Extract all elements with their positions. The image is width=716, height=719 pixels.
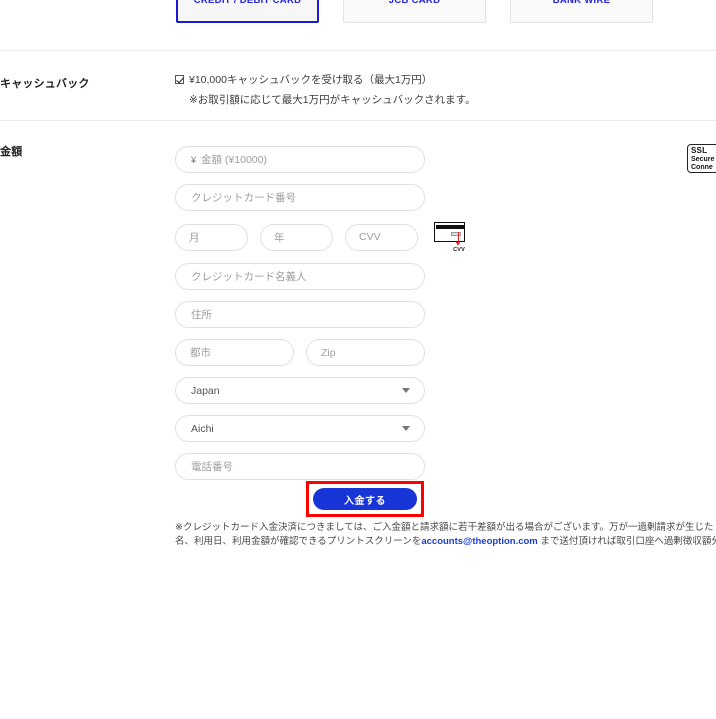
footer-disclaimer: ※クレジットカード入金決済につきましては、ご入金額と請求額に若干差額が出る場合が… [175, 521, 716, 549]
section-divider-middle [0, 120, 716, 121]
ssl-badge-line-1: SSL [691, 146, 708, 155]
state-select[interactable]: Aichi [175, 415, 425, 442]
ssl-badge-line-3: Conne [691, 164, 713, 171]
cashback-note: ※お取引額に応じて最大1万円がキャッシュバックされます。 [189, 94, 476, 106]
footer-line-2-after: まで送付頂ければ取引口座へ過剰徴収額分 [537, 536, 716, 547]
amount-row-label: 金額 [0, 146, 23, 158]
card-expiry-cvv-row: 月 年 CVV CVV [175, 222, 465, 253]
tab-bank-wire-label: BANK WIRE [552, 0, 611, 6]
city-placeholder: 都市 [190, 347, 211, 359]
section-divider-top [0, 50, 716, 51]
payment-method-tabs: CREDIT / DEBIT CARD JCB CARD BANK WIRE [176, 0, 716, 23]
card-number-input[interactable]: クレジットカード番号 [175, 184, 425, 211]
tab-credit-debit-card-label: CREDIT / DEBIT CARD [193, 0, 302, 6]
address-placeholder: 住所 [191, 309, 212, 321]
cvv-input[interactable]: CVV [345, 223, 418, 251]
tab-jcb-card[interactable]: JCB CARD [343, 0, 486, 23]
tab-credit-debit-card[interactable]: CREDIT / DEBIT CARD [176, 0, 319, 23]
chevron-down-icon [402, 388, 410, 393]
zip-input[interactable]: Zip [306, 339, 425, 366]
expiry-month-placeholder: 月 [189, 231, 200, 244]
phone-placeholder: 電話番号 [191, 461, 233, 473]
card-holder-input[interactable]: クレジットカード名義人 [175, 263, 425, 290]
country-select-value: Japan [191, 384, 220, 397]
amount-input[interactable]: ¥ 金額 (¥10000) [175, 146, 425, 173]
tab-bank-wire[interactable]: BANK WIRE [510, 0, 653, 23]
cashback-checkbox-label: ¥10,000キャッシュバックを受け取る（最大1万円） [189, 74, 433, 86]
footer-line-2-before: 名、利用日、利用金額が確認できるプリントスクリーンを [175, 536, 422, 547]
card-number-placeholder: クレジットカード番号 [191, 192, 296, 204]
state-select-value: Aichi [191, 422, 214, 435]
cvv-placeholder: CVV [359, 231, 381, 243]
expiry-year-input[interactable]: 年 [260, 223, 333, 251]
deposit-submit-button[interactable]: 入金する [313, 488, 417, 510]
country-select[interactable]: Japan [175, 377, 425, 404]
cvv-hint-card-icon: CVV [434, 222, 465, 253]
city-input[interactable]: 都市 [175, 339, 294, 366]
cashback-block: ¥10,000キャッシュバックを受け取る（最大1万円） ※お取引額に応じて最大1… [175, 73, 476, 107]
ssl-secure-connection-badge: SSL Secure Conne [687, 144, 716, 173]
chevron-down-icon [402, 426, 410, 431]
phone-input[interactable]: 電話番号 [175, 453, 425, 480]
cvv-hint-label: CVV [453, 247, 465, 253]
expiry-year-placeholder: 年 [274, 231, 285, 244]
tab-jcb-card-label: JCB CARD [388, 0, 441, 6]
cashback-checkbox-row[interactable]: ¥10,000キャッシュバックを受け取る（最大1万円） [175, 73, 476, 87]
footer-line-1: ※クレジットカード入金決済につきましては、ご入金額と請求額に若干差額が出る場合が… [175, 522, 714, 533]
amount-input-placeholder: 金額 (¥10000) [201, 154, 267, 166]
footer-line-2: 名、利用日、利用金額が確認できるプリントスクリーンをaccounts@theop… [175, 535, 716, 549]
cashback-checkbox[interactable] [175, 75, 184, 84]
yen-icon: ¥ [191, 154, 197, 165]
city-zip-row: 都市 Zip [175, 339, 465, 366]
address-input[interactable]: 住所 [175, 301, 425, 328]
zip-placeholder: Zip [321, 346, 336, 359]
cashback-row-label: キャッシュバック [0, 78, 90, 90]
payment-form: ¥ 金額 (¥10000) クレジットカード番号 月 年 CVV CVV クレジ… [175, 146, 465, 491]
card-holder-placeholder: クレジットカード名義人 [191, 271, 307, 283]
ssl-badge-line-2: Secure [691, 155, 715, 163]
support-email-link[interactable]: accounts@theoption.com [421, 536, 537, 547]
expiry-month-input[interactable]: 月 [175, 223, 248, 251]
submit-highlight-box: 入金する [306, 481, 424, 517]
